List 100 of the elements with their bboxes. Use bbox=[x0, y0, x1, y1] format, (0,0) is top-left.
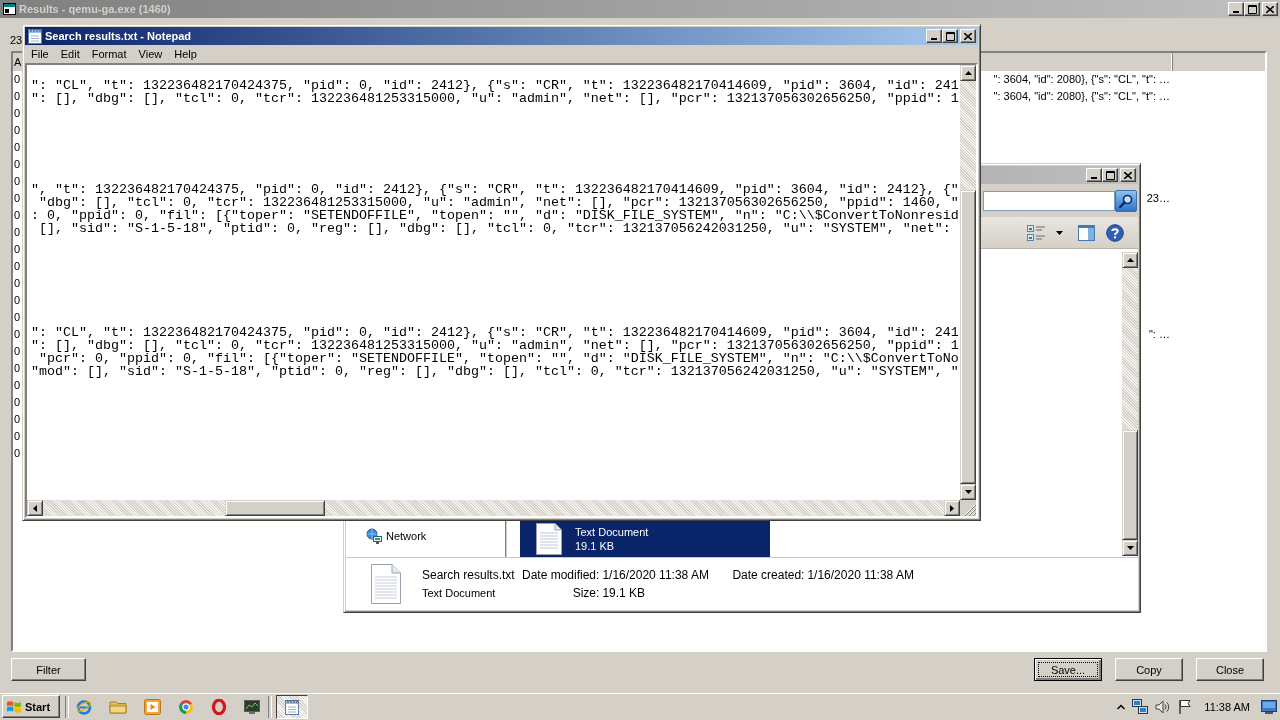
file-type: Text Document bbox=[575, 525, 649, 539]
scroll-up-button[interactable] bbox=[1122, 252, 1138, 268]
row-text: 0 bbox=[14, 310, 21, 325]
scroll-thumb[interactable] bbox=[225, 500, 325, 516]
left-arrow-icon bbox=[33, 504, 37, 512]
search-field[interactable] bbox=[983, 191, 1115, 211]
maximize-icon bbox=[945, 31, 955, 41]
chevron-up-icon[interactable] bbox=[1117, 703, 1126, 710]
row-text: 0 bbox=[14, 344, 21, 359]
windows-flag-icon bbox=[6, 699, 22, 714]
nav-item[interactable]: Network bbox=[346, 527, 505, 545]
horizontal-scrollbar[interactable] bbox=[27, 500, 960, 516]
down-arrow-icon bbox=[964, 490, 972, 494]
scroll-down-button[interactable] bbox=[960, 484, 976, 500]
dialog-button[interactable]: Save... bbox=[1034, 658, 1102, 681]
resize-grip-icon[interactable] bbox=[964, 504, 976, 516]
search-button[interactable] bbox=[1115, 190, 1137, 212]
row-text: 0 bbox=[14, 259, 21, 274]
menu-item[interactable]: Help bbox=[168, 46, 203, 62]
file-type: Text Document bbox=[422, 587, 497, 599]
detail-value: 1/16/2020 11:38 AM bbox=[806, 568, 914, 582]
row-text: 0 bbox=[14, 378, 21, 393]
search-icon bbox=[1119, 194, 1133, 208]
document-icon bbox=[533, 523, 565, 555]
up-arrow-icon bbox=[964, 71, 972, 75]
text-line: ": "CL", "t": 132236482170424375, "pid": 0, "id": 2412}, {"s": "CR", "t": 132236482170414609, "pid": 3604, "id": 241 bbox=[31, 79, 959, 92]
window-title: Results - qemu-ga.exe (1460) bbox=[19, 3, 171, 15]
up-arrow-icon bbox=[1126, 258, 1134, 262]
notepad-icon bbox=[28, 28, 42, 44]
row-text: 0 bbox=[14, 412, 21, 427]
row-text: 0 bbox=[14, 89, 21, 104]
minimize-button[interactable] bbox=[926, 29, 942, 43]
play-icon[interactable] bbox=[144, 698, 161, 715]
dialog-button[interactable]: Copy bbox=[1115, 658, 1183, 681]
clock[interactable]: 11:38 AM bbox=[1204, 700, 1250, 713]
row-text: 0 bbox=[14, 191, 21, 206]
row-text: ": … bbox=[1148, 327, 1170, 342]
detail-label: Size: bbox=[572, 586, 600, 600]
close-icon bbox=[1266, 5, 1274, 13]
menu-item[interactable]: Edit bbox=[54, 46, 86, 62]
row-text: 0 bbox=[14, 446, 21, 461]
results-summary: 23 bbox=[10, 33, 23, 47]
row-text: 0 bbox=[14, 72, 21, 87]
scroll-up-button[interactable] bbox=[960, 65, 976, 81]
row-text: 0 bbox=[14, 293, 21, 308]
window-title: Search results.txt - Notepad bbox=[45, 30, 192, 42]
down-arrow-icon bbox=[1126, 546, 1134, 550]
minimize-icon bbox=[1233, 11, 1239, 13]
file-name: Search results.txt bbox=[422, 568, 516, 582]
row-text: 0 bbox=[14, 157, 21, 172]
taskbar-button[interactable] bbox=[276, 694, 308, 719]
notepad-icon bbox=[285, 698, 299, 715]
text-line: ": [], "dbg": [], "tcl": 0, "tcr": 132236481253315000, "u": "admin", "net": [], "pcr": 132137056302656250, "ppid": 1 bbox=[31, 339, 959, 352]
browser-icon[interactable] bbox=[76, 698, 92, 715]
caret-icon[interactable] bbox=[1056, 230, 1063, 235]
tricolor-circle-icon[interactable] bbox=[178, 698, 194, 715]
document-entry[interactable]: Text Document 19.1 KB bbox=[520, 521, 770, 557]
flag-icon[interactable] bbox=[1178, 698, 1193, 715]
detail-label: Date created: bbox=[732, 568, 805, 582]
row-text: 0 bbox=[14, 174, 21, 189]
row-text: ": 3604, "id": 2080}, {"s": "CL", "t": … bbox=[993, 89, 1170, 104]
detail-label: Date modified: bbox=[522, 568, 600, 582]
menu-item[interactable]: Format bbox=[85, 46, 133, 62]
row-text: ": 3604, "id": 2080}, {"s": "CL", "t": … bbox=[993, 72, 1170, 87]
speaker-icon[interactable] bbox=[1155, 698, 1172, 715]
show-desktop-icon[interactable] bbox=[1261, 699, 1277, 714]
maximize-button[interactable] bbox=[942, 29, 958, 43]
row-text: 0 bbox=[14, 395, 21, 410]
text-line: "dbg": [], "tcl": 0, "tcr": 132236481253315000, "u": "admin", "net": [], "pcr": 132137056302656250, "ppid": 1460, " bbox=[38, 196, 959, 209]
maximize-icon bbox=[1105, 170, 1115, 180]
view-options-icon[interactable] bbox=[1027, 224, 1046, 241]
start-button[interactable]: Start bbox=[2, 695, 60, 718]
menu-item[interactable]: View bbox=[132, 46, 169, 62]
row-text: 0 bbox=[14, 276, 21, 291]
vertical-scrollbar[interactable] bbox=[960, 65, 976, 500]
monitor-icon[interactable] bbox=[244, 698, 260, 715]
close-icon bbox=[1124, 171, 1132, 179]
dialog-button[interactable]: Close bbox=[1196, 658, 1264, 681]
scroll-down-button[interactable] bbox=[1122, 540, 1138, 556]
detail-value: 19.1 KB bbox=[601, 586, 647, 600]
ring-icon[interactable] bbox=[211, 698, 227, 715]
help-icon[interactable] bbox=[1106, 223, 1124, 242]
scroll-right-button[interactable] bbox=[944, 500, 960, 516]
column-header[interactable]: A bbox=[14, 53, 22, 71]
text-line: ": [], "dbg": [], "tcl": 0, "tcr": 132236481253315000, "u": "admin", "net": [], "pcr": 132137056302656250, "ppid": 1 bbox=[31, 92, 959, 105]
scroll-left-button[interactable] bbox=[27, 500, 43, 516]
row-text: 0 bbox=[14, 361, 21, 376]
scroll-thumb[interactable] bbox=[960, 190, 976, 484]
preview-pane-icon[interactable] bbox=[1078, 224, 1095, 241]
menu-item[interactable]: File bbox=[25, 46, 55, 62]
vertical-scrollbar[interactable] bbox=[1122, 252, 1138, 556]
row-text: 0 bbox=[14, 208, 21, 223]
filter-button[interactable]: Filter bbox=[11, 658, 86, 681]
scroll-thumb[interactable] bbox=[1122, 430, 1138, 540]
network-icon bbox=[366, 528, 382, 544]
network-icon[interactable] bbox=[1132, 698, 1149, 715]
minimize-icon bbox=[1091, 177, 1097, 179]
maximize-icon bbox=[1247, 4, 1257, 14]
text-line: ", "t": 132236482170424375, "pid": 0, "id": 2412}, {"s": "CR", "t": 132236482170414609, "pid": 3604, "id": 2412}, {" bbox=[31, 183, 959, 196]
close-button[interactable] bbox=[960, 29, 976, 43]
